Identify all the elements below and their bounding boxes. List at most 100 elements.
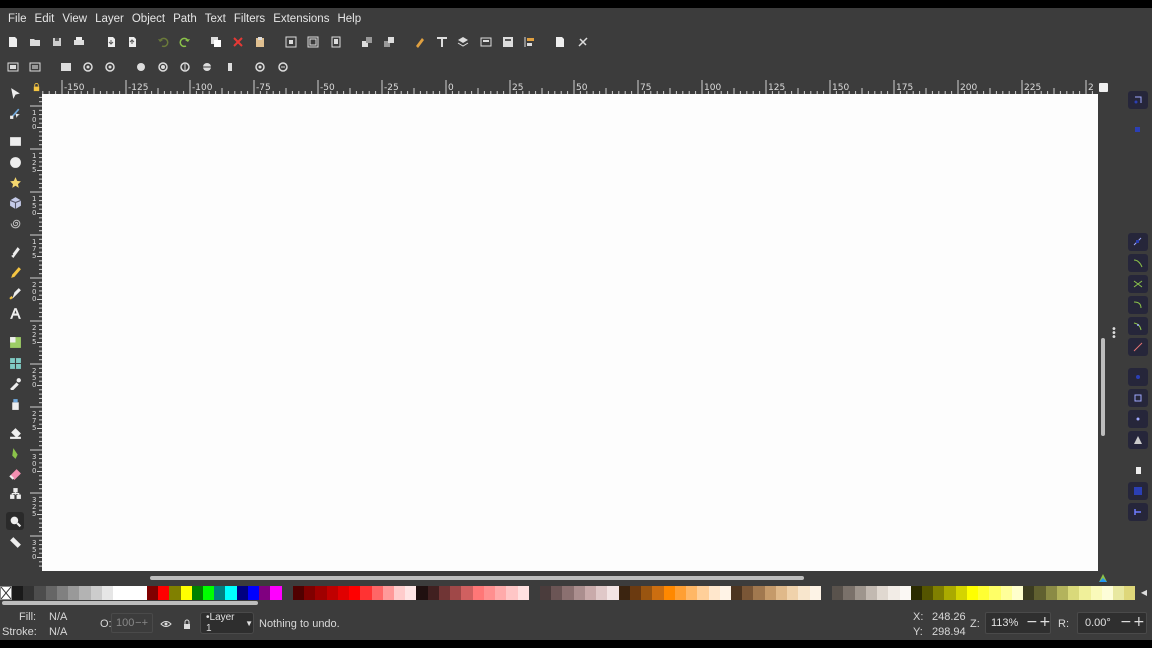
preferences-icon[interactable] bbox=[576, 35, 590, 49]
color-swatch[interactable] bbox=[101, 586, 114, 600]
color-swatch[interactable] bbox=[966, 586, 979, 600]
flip-horizontal-icon[interactable] bbox=[134, 60, 148, 74]
menu-text[interactable]: Text bbox=[201, 8, 230, 30]
snap-cusp-icon[interactable] bbox=[1128, 296, 1148, 314]
color-swatch[interactable] bbox=[933, 586, 945, 600]
pen-tool-icon[interactable] bbox=[6, 242, 24, 260]
snap-page-border-icon[interactable] bbox=[1128, 431, 1148, 449]
import-icon[interactable] bbox=[104, 35, 118, 49]
menu-layer[interactable]: Layer bbox=[91, 8, 128, 30]
menu-help[interactable]: Help bbox=[333, 8, 365, 30]
color-swatch[interactable] bbox=[674, 586, 687, 600]
measure-tool-icon[interactable] bbox=[6, 533, 24, 551]
zoom-in-button[interactable]: + bbox=[1039, 614, 1051, 630]
color-swatch[interactable] bbox=[742, 586, 754, 600]
dropper-tool-icon[interactable] bbox=[6, 374, 24, 392]
color-swatch[interactable] bbox=[584, 586, 597, 600]
rectangle-tool-icon[interactable] bbox=[6, 132, 24, 150]
pencil-tool-icon[interactable] bbox=[6, 263, 24, 281]
color-swatch[interactable] bbox=[573, 586, 585, 600]
deselect-icon[interactable] bbox=[59, 60, 73, 74]
rotate-ccw-button[interactable]: − bbox=[1120, 614, 1132, 630]
color-swatch[interactable] bbox=[90, 586, 102, 600]
color-swatch[interactable] bbox=[247, 586, 260, 600]
zoom-drawing-icon[interactable] bbox=[306, 35, 320, 49]
color-swatch[interactable] bbox=[349, 586, 361, 600]
menu-view[interactable]: View bbox=[58, 8, 91, 30]
new-document-icon[interactable] bbox=[6, 35, 20, 49]
color-swatch[interactable] bbox=[921, 586, 934, 600]
vertical-scrollbar-thumb[interactable] bbox=[1101, 338, 1105, 436]
snap-grid-icon[interactable] bbox=[1128, 482, 1148, 500]
snap-bbox-icon[interactable] bbox=[1128, 121, 1148, 139]
lower-to-bottom-icon[interactable] bbox=[253, 60, 267, 74]
color-swatch[interactable] bbox=[259, 586, 271, 600]
color-swatch[interactable] bbox=[382, 586, 394, 600]
layers-icon[interactable] bbox=[456, 35, 470, 49]
color-management-icon[interactable] bbox=[1098, 573, 1108, 583]
rotate-cw-button[interactable]: + bbox=[1133, 614, 1145, 630]
print-icon[interactable] bbox=[72, 35, 86, 49]
color-swatch[interactable] bbox=[686, 586, 698, 600]
menu-object[interactable]: Object bbox=[128, 8, 169, 30]
color-swatch[interactable] bbox=[416, 586, 428, 600]
color-swatch[interactable] bbox=[135, 586, 147, 600]
menu-path[interactable]: Path bbox=[169, 8, 201, 30]
drawing-canvas[interactable] bbox=[42, 94, 1098, 571]
color-swatch[interactable] bbox=[989, 586, 1001, 600]
object-properties-icon[interactable] bbox=[501, 35, 515, 49]
connector-tool-icon[interactable] bbox=[6, 484, 24, 502]
opacity-stepper[interactable]: −+ bbox=[135, 617, 148, 629]
snap-rotation-center-icon[interactable] bbox=[1128, 389, 1148, 407]
color-swatch[interactable] bbox=[56, 586, 69, 600]
color-swatch[interactable] bbox=[158, 586, 170, 600]
color-swatch[interactable] bbox=[697, 586, 709, 600]
menu-file[interactable]: File bbox=[4, 8, 31, 30]
eye-icon[interactable] bbox=[159, 617, 173, 631]
calligraphy-tool-icon[interactable] bbox=[6, 284, 24, 302]
color-swatch[interactable] bbox=[877, 586, 889, 600]
text-font-icon[interactable] bbox=[435, 35, 449, 49]
ellipse-tool-icon[interactable] bbox=[6, 153, 24, 171]
zoom-selection-icon[interactable] bbox=[284, 35, 298, 49]
raise-icon[interactable] bbox=[200, 60, 214, 74]
zoom-out-button[interactable]: − bbox=[1026, 614, 1038, 630]
color-swatch[interactable] bbox=[495, 586, 507, 600]
opacity-value[interactable]: 100 bbox=[116, 617, 134, 629]
menu-edit[interactable]: Edit bbox=[31, 8, 59, 30]
rotate-ccw-icon[interactable] bbox=[81, 60, 95, 74]
color-swatch[interactable] bbox=[1034, 586, 1046, 600]
snap-midpoint-icon[interactable] bbox=[1128, 338, 1148, 356]
color-swatch[interactable] bbox=[1124, 586, 1136, 600]
chevron-left-icon[interactable]: ◀ bbox=[1137, 586, 1151, 600]
color-swatch[interactable] bbox=[113, 586, 125, 600]
more-icon[interactable]: • • • bbox=[1111, 325, 1117, 343]
snap-center-icon[interactable] bbox=[1128, 368, 1148, 386]
color-swatch[interactable] bbox=[1090, 586, 1102, 600]
color-swatch[interactable] bbox=[12, 586, 24, 600]
color-swatch[interactable] bbox=[899, 586, 911, 600]
color-swatch[interactable] bbox=[775, 586, 788, 600]
opacity-plus[interactable]: + bbox=[142, 617, 148, 629]
color-swatch[interactable] bbox=[225, 586, 237, 600]
color-swatch[interactable] bbox=[405, 586, 417, 600]
zoom-value[interactable]: 113% bbox=[991, 617, 1018, 629]
palette-scrollbar[interactable] bbox=[2, 601, 258, 605]
color-swatch[interactable] bbox=[326, 586, 338, 600]
export-icon[interactable] bbox=[125, 35, 139, 49]
snap-toggle-icon[interactable] bbox=[1128, 91, 1148, 109]
color-swatch[interactable] bbox=[618, 586, 630, 600]
color-swatch[interactable] bbox=[663, 586, 675, 600]
color-swatch[interactable] bbox=[607, 586, 619, 600]
color-swatch[interactable] bbox=[764, 586, 776, 600]
fill-stroke-icon[interactable] bbox=[413, 35, 427, 49]
color-swatch[interactable] bbox=[753, 586, 765, 600]
color-swatch[interactable] bbox=[641, 586, 653, 600]
color-swatch[interactable] bbox=[955, 586, 967, 600]
text-tool-icon[interactable] bbox=[6, 304, 24, 322]
color-swatch[interactable] bbox=[124, 586, 136, 600]
opacity-spinbox[interactable]: 100 −+ bbox=[111, 613, 153, 633]
color-swatch[interactable] bbox=[1023, 586, 1035, 600]
layer-dropdown[interactable]: •Layer 1 ▼ bbox=[200, 612, 254, 634]
flip-vertical-icon[interactable] bbox=[156, 60, 170, 74]
